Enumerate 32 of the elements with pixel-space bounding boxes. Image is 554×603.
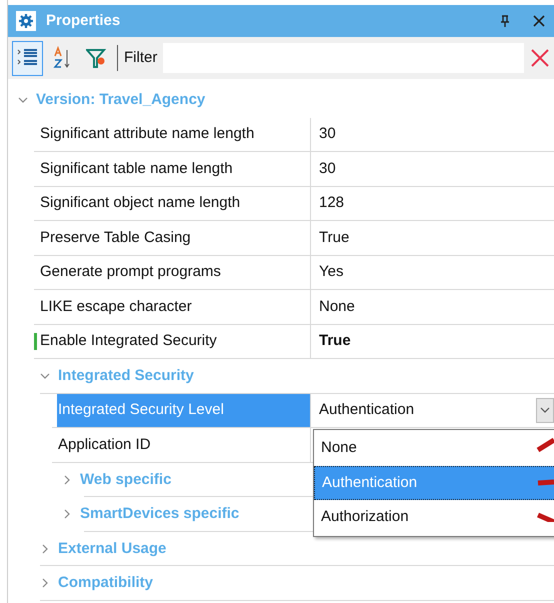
property-value[interactable]: 30 xyxy=(311,118,554,151)
gear-icon xyxy=(16,11,36,31)
categorized-button[interactable] xyxy=(12,40,43,76)
property-value[interactable]: True xyxy=(311,221,554,254)
property-name[interactable]: Preserve Table Casing xyxy=(39,221,310,254)
property-value[interactable]: True xyxy=(311,324,554,358)
property-name[interactable]: LIKE escape character xyxy=(39,290,310,324)
dropdown-option[interactable]: None xyxy=(314,431,554,466)
chevron-down-icon xyxy=(540,406,550,414)
property-name[interactable]: Application ID xyxy=(57,428,310,462)
funnel-icon xyxy=(86,47,108,69)
filter-label: Filter xyxy=(124,48,158,68)
window-title: Properties xyxy=(46,10,122,31)
chevron-down-icon[interactable] xyxy=(18,95,28,106)
close-icon[interactable] xyxy=(532,14,546,28)
property-name[interactable]: Significant table name length xyxy=(39,152,310,186)
property-name[interactable]: Significant attribute name length xyxy=(39,118,310,151)
chevron-down-icon[interactable] xyxy=(40,371,50,382)
chevron-right-icon[interactable] xyxy=(62,509,72,520)
chevron-right-icon[interactable] xyxy=(62,474,72,485)
dropdown-option[interactable]: Authorization xyxy=(314,500,554,534)
property-value[interactable]: Yes xyxy=(311,256,554,289)
chevron-right-icon[interactable] xyxy=(40,544,50,554)
chevron-right-icon[interactable] xyxy=(40,578,50,588)
property-value[interactable]: 30 xyxy=(311,152,554,186)
property-value[interactable]: 128 xyxy=(311,186,554,220)
property-name[interactable]: Significant object name length xyxy=(39,186,310,220)
property-name[interactable]: Generate prompt programs xyxy=(39,256,310,289)
clear-icon[interactable] xyxy=(530,48,550,68)
property-value[interactable]: None xyxy=(311,290,554,324)
pin-icon[interactable] xyxy=(500,15,510,27)
property-name[interactable]: Enable Integrated Security xyxy=(39,324,310,358)
